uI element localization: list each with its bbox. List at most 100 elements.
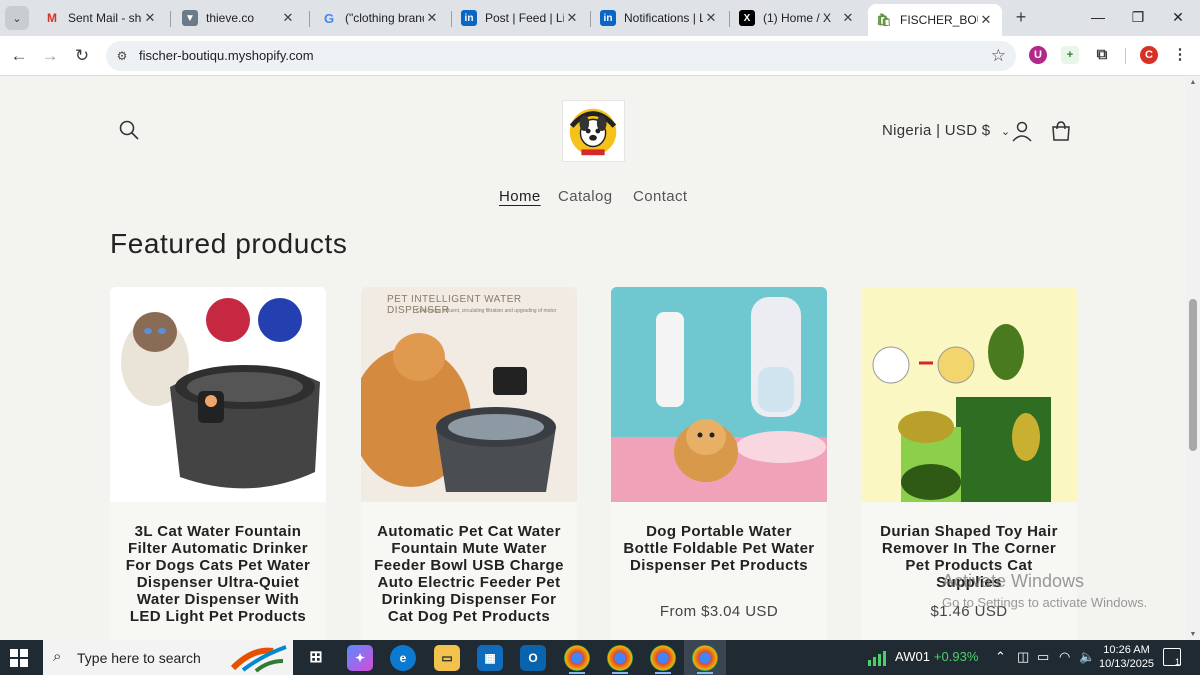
chrome-profile-icon[interactable] — [564, 645, 590, 671]
forward-arrow-icon[interactable]: → — [38, 44, 62, 68]
tab-thieve[interactable]: ▼ thieve.co ✕ — [174, 4, 304, 32]
battery-icon[interactable]: ▭ — [1037, 649, 1049, 665]
product-card[interactable]: 3L Cat Water Fountain Filter Automatic D… — [110, 287, 326, 640]
profile-avatar[interactable]: C — [1140, 46, 1158, 64]
close-tab-icon[interactable]: ✕ — [840, 10, 856, 26]
edge-icon[interactable]: e — [390, 645, 416, 671]
product-image[interactable] — [110, 287, 326, 502]
site-info-icon[interactable]: ⚙ — [114, 48, 130, 64]
product-name[interactable]: Automatic Pet Cat Water Fountain Mute Wa… — [373, 523, 565, 625]
browser-menu-icon[interactable]: ⋮ — [1171, 46, 1189, 64]
extensions-puzzle-icon[interactable]: ⧉ — [1093, 46, 1111, 64]
gmail-icon: M — [47, 11, 57, 25]
linkedin-icon: in — [461, 10, 477, 26]
wifi-icon[interactable]: ◠ — [1059, 649, 1070, 665]
nav-home-link[interactable]: Home — [499, 188, 541, 205]
locale-label: Nigeria | USD $ — [882, 122, 991, 139]
scroll-down-arrow-icon[interactable]: ▼ — [1188, 631, 1198, 638]
new-tab-plus-icon[interactable]: + — [1010, 6, 1032, 28]
close-window-icon[interactable]: ✕ — [1163, 6, 1193, 28]
clock-date: 10/13/2025 — [1099, 658, 1155, 670]
close-tab-icon[interactable]: ✕ — [564, 10, 580, 26]
tab-title: Notifications | Li — [624, 11, 703, 25]
product-name[interactable]: Dog Portable Water Bottle Foldable Pet W… — [623, 523, 815, 574]
tab-search-chevron-icon[interactable]: ⌄ — [5, 6, 29, 30]
microsoft-store-icon[interactable]: ▦ — [477, 645, 503, 671]
account-icon[interactable] — [1011, 120, 1033, 142]
address-url[interactable]: fischer-boutiqu.myshopify.com — [139, 48, 314, 63]
taskbar-search-box[interactable]: ⌕ Type here to search — [43, 640, 293, 675]
tab-divider — [451, 11, 452, 27]
minimize-icon[interactable]: — — [1083, 6, 1113, 28]
browser-toolbar: ← → ↻ ⚙ fischer-boutiqu.myshopify.com ☆ … — [0, 36, 1200, 76]
bookmark-star-icon[interactable]: ☆ — [991, 46, 1006, 66]
address-bar[interactable]: ⚙ fischer-boutiqu.myshopify.com ☆ — [106, 41, 1016, 71]
tab-google-search[interactable]: G ("clothing brand ✕ — [313, 4, 448, 32]
store-logo[interactable] — [562, 100, 625, 162]
shield-extension-icon[interactable]: U — [1029, 46, 1047, 64]
close-tab-icon[interactable]: ✕ — [703, 10, 719, 26]
four-paws-dog-logo-icon — [569, 108, 617, 156]
search-icon[interactable] — [118, 119, 140, 141]
camera-icon[interactable]: ◫ — [1017, 649, 1029, 665]
stock-symbol: AW01 — [895, 649, 930, 664]
active-app-indicator — [612, 672, 628, 674]
product-image[interactable] — [611, 287, 827, 502]
product-name[interactable]: 3L Cat Water Fountain Filter Automatic D… — [122, 523, 314, 625]
nav-catalog-link[interactable]: Catalog — [558, 188, 613, 205]
activate-subtitle: Go to Settings to activate Windows. — [942, 595, 1148, 610]
tab-fischer-boutique[interactable]: 🛍 FISCHER_BOUTIQ ✕ — [868, 4, 1002, 36]
outlook-icon[interactable]: O — [520, 645, 546, 671]
windows-start-icon[interactable] — [10, 649, 28, 667]
scrollbar-thumb[interactable] — [1189, 299, 1197, 451]
product-image[interactable] — [861, 287, 1077, 502]
tab-title: Sent Mail - shop — [68, 11, 142, 25]
tab-x-home[interactable]: X (1) Home / X ✕ — [731, 4, 864, 32]
task-view-icon[interactable]: ⊞ — [303, 645, 329, 671]
product-card[interactable]: PET INTELLIGENT WATER DISPENSER Continuo… — [361, 287, 577, 640]
product-card[interactable]: Dog Portable Water Bottle Foldable Pet W… — [611, 287, 827, 640]
tab-title: Post | Feed | Link — [485, 11, 564, 25]
page-scrollbar[interactable]: ▲ ▼ — [1186, 77, 1200, 640]
notification-center-icon[interactable]: 1 — [1163, 648, 1181, 667]
stock-change: +0.93% — [933, 649, 979, 664]
chrome-profile-icon[interactable] — [607, 645, 633, 671]
back-arrow-icon[interactable]: ← — [7, 44, 31, 68]
thieve-icon: ▼ — [182, 10, 198, 26]
cart-icon[interactable] — [1050, 120, 1072, 142]
nav-contact-link[interactable]: Contact — [633, 188, 688, 205]
close-tab-icon[interactable]: ✕ — [978, 12, 994, 28]
tab-linkedin-notifications[interactable]: in Notifications | Li ✕ — [592, 4, 727, 32]
chrome-profile-icon[interactable] — [650, 645, 676, 671]
volume-icon[interactable]: 🔈 — [1079, 649, 1095, 665]
tab-title: (1) Home / X — [763, 11, 832, 25]
copilot-icon[interactable]: ✦ — [347, 645, 373, 671]
active-app-indicator — [655, 672, 671, 674]
reload-icon[interactable]: ↻ — [70, 44, 94, 68]
tab-divider — [729, 11, 730, 27]
plus-extension-icon[interactable]: + — [1061, 46, 1079, 64]
image-subcaption: Continuous effluent, circulating filtrat… — [416, 308, 557, 314]
tab-title: ("clothing brand — [345, 11, 424, 25]
shopify-icon: 🛍 — [876, 13, 892, 27]
file-explorer-icon[interactable]: ▭ — [434, 645, 460, 671]
product-image[interactable]: PET INTELLIGENT WATER DISPENSER Continuo… — [361, 287, 577, 502]
restore-icon[interactable]: ❐ — [1123, 6, 1153, 28]
clock-time: 10:26 AM — [1103, 644, 1150, 656]
chrome-active-icon[interactable] — [692, 645, 718, 671]
close-tab-icon[interactable]: ✕ — [280, 10, 296, 26]
locale-selector[interactable]: Nigeria | USD $ ⌄ — [882, 122, 1010, 139]
notification-count: 1 — [1174, 657, 1180, 667]
taskbar-clock[interactable]: 10:26 AM 10/13/2025 — [1099, 643, 1154, 671]
scroll-up-arrow-icon[interactable]: ▲ — [1188, 79, 1198, 86]
stock-widget[interactable]: AW01 +0.93% — [895, 649, 978, 664]
activate-title: Activate Windows — [942, 571, 1085, 591]
tab-sent-mail[interactable]: M Sent Mail - shop ✕ — [36, 4, 166, 32]
close-tab-icon[interactable]: ✕ — [424, 10, 440, 26]
tab-linkedin-feed[interactable]: in Post | Feed | Link ✕ — [453, 4, 588, 32]
chevron-up-icon[interactable]: ⌃ — [995, 649, 1006, 665]
search-highlight-feathers-icon — [230, 645, 287, 673]
google-icon: G — [323, 10, 335, 26]
product-price: From $3.04 USD — [659, 603, 779, 620]
close-tab-icon[interactable]: ✕ — [142, 10, 158, 26]
